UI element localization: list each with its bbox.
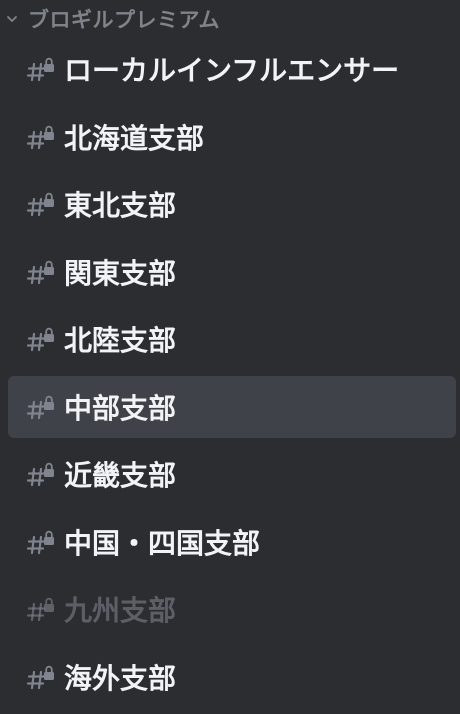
channel-item-1[interactable]: 北海道支部 — [8, 106, 456, 168]
locked-text-channel-icon — [26, 324, 56, 354]
channel-item-5[interactable]: 中部支部 — [8, 375, 456, 438]
locked-text-channel-icon — [26, 459, 56, 489]
channel-item-8[interactable]: 九州支部 — [8, 578, 456, 640]
channel-name: 中国・四国支部 — [64, 526, 261, 560]
channel-item-9[interactable]: 海外支部 — [8, 646, 456, 708]
channel-item-7[interactable]: 中国・四国支部 — [8, 511, 456, 573]
locked-text-channel-icon — [26, 54, 56, 84]
channel-item-0[interactable]: ローカルインフルエンサー — [8, 38, 456, 100]
channel-name: 海外支部 — [64, 661, 177, 695]
locked-text-channel-icon — [26, 189, 56, 219]
channel-name: ローカルインフルエンサー — [64, 54, 400, 87]
channel-item-3[interactable]: 関東支部 — [8, 241, 456, 303]
channel-name: 近畿支部 — [64, 459, 177, 492]
category-label: ブロギルプレミアム — [28, 8, 221, 32]
category-header[interactable]: ブロギルプレミアム — [0, 0, 460, 38]
channel-name: 九州支部 — [64, 594, 177, 627]
locked-text-channel-icon — [26, 527, 56, 557]
channel-item-6[interactable]: 近畿支部 — [8, 443, 456, 505]
channel-name: 東北支部 — [64, 189, 177, 222]
channel-sidebar: ブロギルプレミアム ローカルインフルエンサー 北海道支部 東北支部 関東支部 北… — [0, 0, 460, 714]
locked-text-channel-icon — [26, 392, 56, 422]
chevron-down-icon — [0, 0, 24, 38]
locked-text-channel-icon — [26, 122, 56, 152]
channel-item-2[interactable]: 東北支部 — [8, 173, 456, 235]
locked-text-channel-icon — [26, 594, 56, 624]
channel-name: 関東支部 — [64, 256, 177, 290]
channel-item-4[interactable]: 北陸支部 — [8, 308, 456, 370]
channel-name: 北海道支部 — [64, 121, 205, 155]
channel-name: 中部支部 — [64, 391, 177, 425]
locked-text-channel-icon — [26, 662, 56, 692]
locked-text-channel-icon — [26, 257, 56, 287]
channel-list: ローカルインフルエンサー 北海道支部 東北支部 関東支部 北陸支部 中部支部 近… — [0, 38, 460, 713]
channel-name: 北陸支部 — [64, 324, 177, 357]
